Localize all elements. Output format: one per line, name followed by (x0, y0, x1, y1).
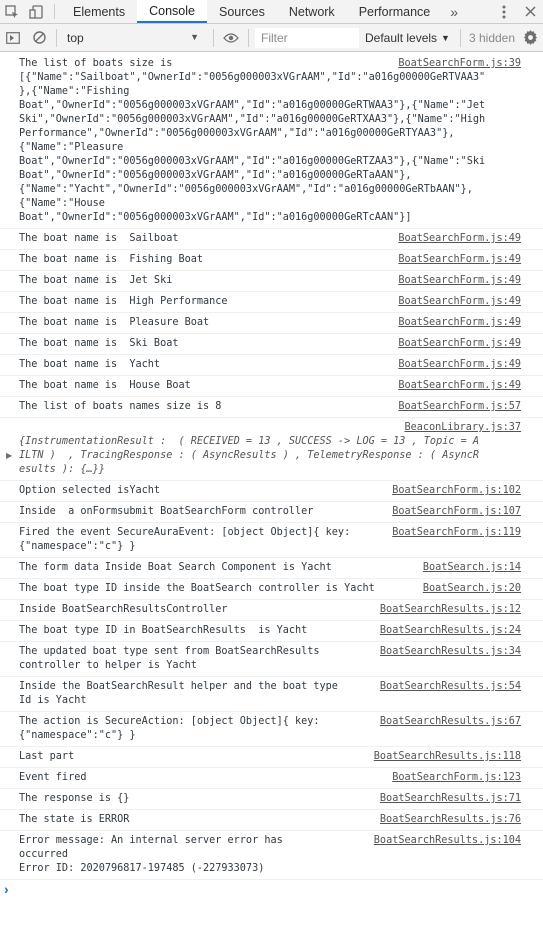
device-toolbar-icon[interactable] (24, 0, 48, 23)
more-tabs-button[interactable]: » (442, 0, 466, 23)
close-icon[interactable] (517, 0, 543, 23)
console-message: BoatSearch.js:20 The boat type ID inside… (0, 579, 543, 600)
source-link[interactable]: BoatSearchResults.js:76 (375, 813, 521, 827)
console-message: BoatSearchForm.js:107 Inside a onFormsub… (0, 502, 543, 523)
log-levels-dropdown[interactable]: Default levels ▼ (365, 31, 450, 45)
source-link[interactable]: BoatSearchResults.js:104 (369, 834, 521, 848)
source-link[interactable]: BoatSearchResults.js:54 (375, 680, 521, 694)
tab-performance[interactable]: Performance (347, 0, 443, 23)
clear-console-icon[interactable] (26, 24, 52, 51)
source-link[interactable]: BoatSearchForm.js:49 (394, 295, 521, 309)
source-link[interactable]: BoatSearchResults.js:12 (375, 603, 521, 617)
gear-icon[interactable] (517, 24, 543, 51)
tab-console[interactable]: Console (137, 0, 207, 23)
tabbar-right-controls (491, 0, 543, 23)
console-toolbar: top ▼ Default levels ▼ 3 hidden (0, 24, 543, 52)
source-link[interactable]: BoatSearchForm.js:123 (388, 771, 521, 785)
console-message: BoatSearchResults.js:67 The action is Se… (0, 712, 543, 747)
tab-sources[interactable]: Sources (207, 0, 277, 23)
context-selector[interactable]: top ▼ (61, 27, 209, 49)
console-message: BoatSearchForm.js:49 The boat name is Sa… (0, 229, 543, 250)
console-message: BoatSearchResults.js:12 Inside BoatSearc… (0, 600, 543, 621)
console-message: BoatSearchForm.js:49 The boat name is Pl… (0, 313, 543, 334)
source-link[interactable]: BoatSearchForm.js:102 (388, 484, 521, 498)
dropdown-arrow-icon: ▼ (190, 31, 199, 42)
filter-input[interactable] (255, 27, 359, 48)
console-message: BoatSearchResults.js:71 The response is … (0, 789, 543, 810)
source-link[interactable]: BoatSearchForm.js:49 (394, 274, 521, 288)
console-message: BoatSearchResults.js:118 Last part (0, 747, 543, 768)
toolbar-separator (56, 28, 57, 47)
source-link[interactable]: BeaconLibrary.js:37 (400, 421, 521, 435)
source-link[interactable]: BoatSearchForm.js:49 (394, 232, 521, 246)
hidden-messages-count: 3 hidden (459, 28, 515, 47)
message-text: {InstrumentationResult : ( RECEIVED = 13… (19, 436, 480, 475)
console-message: BoatSearchForm.js:49 The boat name is Je… (0, 271, 543, 292)
console-message: BoatSearchForm.js:49 The boat name is Sk… (0, 334, 543, 355)
console-message: BoatSearchResults.js:24 The boat type ID… (0, 621, 543, 642)
console-object-message[interactable]: BeaconLibrary.js:37 ▶ {InstrumentationRe… (0, 418, 543, 481)
console-message: BoatSearchForm.js:49 The boat name is Ho… (0, 376, 543, 397)
console-message: BoatSearchResults.js:104 Error message: … (0, 831, 543, 880)
source-link[interactable]: BoatSearchForm.js:49 (394, 379, 521, 393)
dropdown-arrow-icon: ▼ (441, 32, 450, 43)
source-link[interactable]: BoatSearch.js:20 (418, 582, 521, 596)
expand-triangle-icon[interactable]: ▶ (6, 449, 12, 463)
console-message: BoatSearchForm.js:102 Option selected is… (0, 481, 543, 502)
log-levels-label: Default levels (365, 30, 438, 45)
tab-separator (54, 4, 55, 19)
console-message: BoatSearchForm.js:119 Fired the event Se… (0, 523, 543, 558)
source-link[interactable]: BoatSearchForm.js:39 (394, 57, 521, 71)
source-link[interactable]: BoatSearchForm.js:119 (388, 526, 521, 540)
console-message: BoatSearchForm.js:57 The list of boats n… (0, 397, 543, 418)
console-message: BoatSearchResults.js:54 Inside the BoatS… (0, 677, 543, 712)
tab-elements[interactable]: Elements (61, 0, 137, 23)
inspect-element-icon[interactable] (0, 0, 24, 23)
source-link[interactable]: BoatSearchResults.js:67 (375, 715, 521, 729)
console-message: BoatSearchForm.js:49 The boat name is Ya… (0, 355, 543, 376)
toolbar-separator (213, 28, 214, 47)
eye-icon[interactable] (218, 24, 244, 51)
context-selector-label: top (67, 30, 84, 45)
toolbar-separator (248, 28, 249, 47)
source-link[interactable]: BoatSearchResults.js:24 (375, 624, 521, 638)
console-message: BoatSearchResults.js:34 The updated boat… (0, 642, 543, 677)
prompt-chevron-icon: › (4, 881, 9, 897)
console-message: BoatSearchForm.js:123 Event fired (0, 768, 543, 789)
show-sidebar-icon[interactable] (0, 24, 26, 51)
console-message: BoatSearchResults.js:76 The state is ERR… (0, 810, 543, 831)
source-link[interactable]: BoatSearchResults.js:71 (375, 792, 521, 806)
source-link[interactable]: BoatSearchForm.js:49 (394, 358, 521, 372)
message-text: The list of boats size is [{"Name":"Sail… (19, 58, 486, 223)
kebab-menu-icon[interactable] (491, 0, 517, 23)
source-link[interactable]: BoatSearch.js:14 (418, 561, 521, 575)
console-message: BoatSearch.js:14 The form data Inside Bo… (0, 558, 543, 579)
tab-network[interactable]: Network (277, 0, 347, 23)
console-message: BoatSearchForm.js:49 The boat name is Hi… (0, 292, 543, 313)
devtools-tabbar: Elements Console Sources Network Perform… (0, 0, 543, 24)
console-message: BoatSearchForm.js:49 The boat name is Fi… (0, 250, 543, 271)
console-message: BoatSearchForm.js:39 The list of boats s… (0, 54, 543, 229)
console-prompt[interactable]: › (0, 880, 543, 900)
source-link[interactable]: BoatSearchForm.js:107 (388, 505, 521, 519)
console-messages: BoatSearchForm.js:39 The list of boats s… (0, 54, 543, 900)
source-link[interactable]: BoatSearchResults.js:118 (369, 750, 521, 764)
source-link[interactable]: BoatSearchForm.js:57 (394, 400, 521, 414)
source-link[interactable]: BoatSearchForm.js:49 (394, 316, 521, 330)
source-link[interactable]: BoatSearchResults.js:34 (375, 645, 521, 659)
source-link[interactable]: BoatSearchForm.js:49 (394, 253, 521, 267)
source-link[interactable]: BoatSearchForm.js:49 (394, 337, 521, 351)
